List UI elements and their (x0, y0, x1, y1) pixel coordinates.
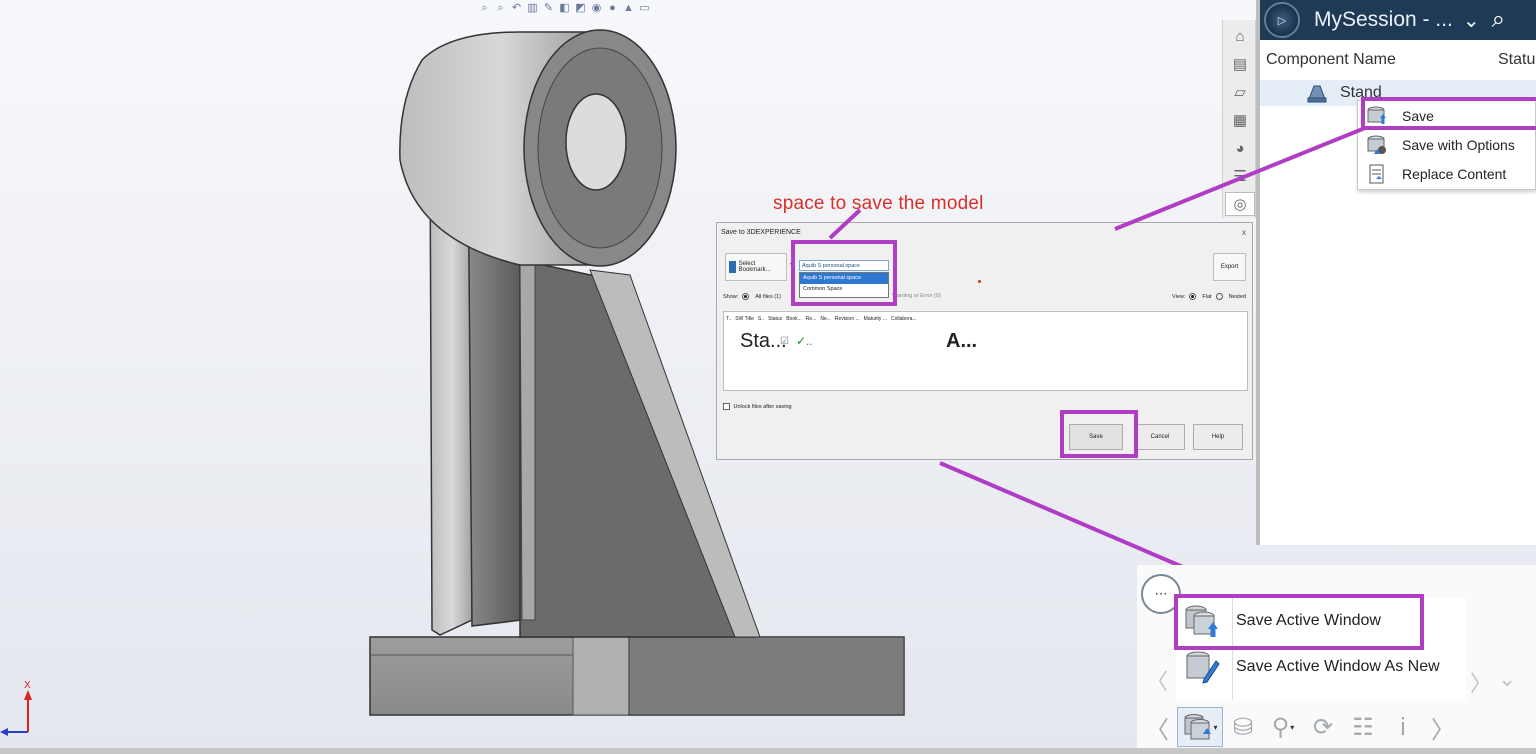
highlight-save-active-window (1174, 594, 1424, 650)
save-command-button[interactable]: ▾ (1177, 707, 1223, 747)
dropdown-arrow-icon[interactable]: ▾ (1213, 723, 1217, 732)
status-bar (0, 748, 1536, 754)
scroll-right-icon[interactable]: 〉 (1423, 707, 1463, 747)
scroll-left-icon[interactable]: 〈 (1137, 707, 1177, 747)
chevron-down-icon[interactable]: ⌄ (1498, 666, 1516, 692)
scroll-right-icon[interactable]: 〉 (1470, 666, 1492, 698)
properties-icon[interactable]: ⅰ (1383, 707, 1423, 747)
dropdown-arrow-icon[interactable]: ▾ (1290, 723, 1294, 732)
tree-view-icon[interactable]: ☷ (1343, 707, 1383, 747)
toolbar-row-navigation: 〈 〉 ⌄ (1142, 660, 1536, 696)
save-database-icon (1184, 714, 1212, 740)
search-command-icon[interactable]: ⚲ ▾ (1263, 707, 1303, 747)
refresh-icon[interactable]: ⟳ (1303, 707, 1343, 747)
save-to-database-icon[interactable]: ⛁ (1223, 707, 1263, 747)
scroll-left-icon[interactable]: 〈 (1146, 664, 1168, 696)
3dexperience-command-toolbar: 〈 ▾ ⛁ ⚲ ▾ ⟳ ☷ ⅰ 〉 (1137, 700, 1536, 754)
